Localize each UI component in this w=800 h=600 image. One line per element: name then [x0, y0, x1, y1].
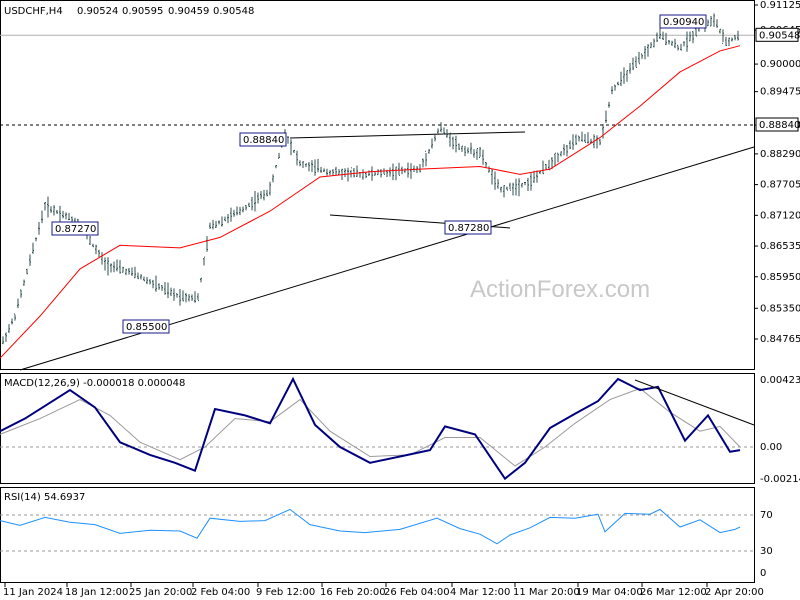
price-annotation-label: 0.87280: [448, 223, 489, 234]
upper-channel-line: [289, 131, 526, 139]
price-annotation-label: 0.88840: [243, 135, 284, 146]
x-tick-label: 11 Jan 2024: [3, 587, 63, 598]
macd-line: [0, 376, 741, 481]
y-tick-label: 0.85950: [760, 272, 800, 283]
watermark: ActionForex.com: [470, 276, 650, 303]
ref-level-box-label: 0.88840: [759, 120, 800, 131]
y-tick-label: 0.88290: [760, 149, 800, 160]
x-tick-label: 16 Feb 20:00: [320, 587, 386, 598]
main-title: USDCHF,H4: [4, 6, 63, 17]
rsi-title: RSI(14) 54.6937: [4, 492, 85, 503]
trendlines: [19, 131, 755, 371]
y-tick-label: 0.85350: [760, 303, 800, 314]
signal-line: [0, 387, 741, 467]
x-tick-label: 26 Feb 04:00: [384, 587, 450, 598]
ohlc-low: 0.90459: [168, 6, 209, 17]
macd-title: MACD(12,26,9) -0.000018 0.000048: [4, 378, 185, 389]
main-panel-frame: [0, 0, 755, 370]
x-tick-label: 11 Mar 20:00: [513, 587, 580, 598]
x-tick-label: 26 Mar 12:00: [640, 587, 707, 598]
y-tick-label: 0.86535: [760, 241, 800, 252]
macd-tick-label: -0.002142: [760, 474, 800, 485]
y-tick-label: 0.87705: [760, 180, 800, 191]
price-annotation-label: 0.90940: [663, 17, 704, 28]
rsi-tick-label: 0: [760, 568, 766, 579]
y-tick-label: 0.84765: [760, 334, 800, 345]
x-tick-label: 4 Mar 12:00: [450, 587, 510, 598]
rsi-tick-label: 70: [760, 510, 773, 521]
ohlc-high: 0.90595: [122, 6, 163, 17]
x-tick-label: 2 Apr 20:00: [705, 587, 764, 598]
x-axis: 11 Jan 2024 18 Jan 12:00 25 Jan 20:002 Feb…: [3, 583, 764, 598]
macd-lines: [0, 376, 755, 481]
chart-root: ActionForex.com 0.911250.906450.900000.8…: [0, 0, 800, 598]
x-tick-label: 9 Feb 12:00: [256, 587, 315, 598]
macd-tick-label: 0.004237: [760, 375, 800, 386]
price-annotation-label: 0.85500: [126, 322, 167, 333]
x-tick-label: 19 Mar 04:00: [576, 587, 643, 598]
rising-trendline: [19, 146, 755, 371]
ohlc-close: 0.90548: [213, 6, 254, 17]
x-tick-label: 25 Jan 20:00: [129, 587, 192, 598]
rsi-panel-frame: [0, 487, 755, 583]
y-axis: 0.911250.906450.900000.894750.888400.882…: [754, 0, 800, 579]
macd-tick-label: 0.00: [760, 442, 782, 453]
ma-line: [0, 45, 741, 359]
rsi-tick-label: 30: [760, 546, 773, 557]
y-tick-label: 0.90000: [760, 59, 800, 70]
current-price-box-label: 0.90548: [759, 30, 800, 41]
y-tick-label: 0.91125: [760, 0, 800, 11]
x-tick-label: 2 Feb 04:00: [191, 587, 250, 598]
x-tick-label: 18 Jan 12:00: [65, 587, 128, 598]
y-tick-label: 0.87120: [760, 210, 800, 221]
price-annotation-label: 0.87270: [55, 224, 96, 235]
ohlc-open: 0.90524: [77, 6, 118, 17]
macd-trendline: [634, 379, 755, 426]
y-tick-label: 0.89475: [760, 87, 800, 98]
moving-average-line: [0, 45, 741, 359]
